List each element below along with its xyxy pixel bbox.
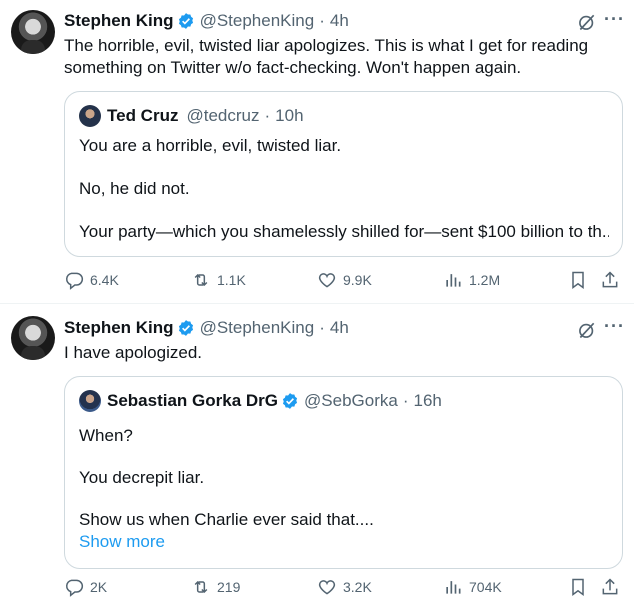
reply-count: 6.4K <box>90 272 119 288</box>
like-button[interactable]: 9.9K <box>317 270 372 290</box>
separator-dot: · <box>319 11 325 30</box>
avatar[interactable] <box>11 316 55 360</box>
tweet-header: Stephen King @StephenKing · 4h <box>64 317 349 339</box>
repost-button[interactable]: 219 <box>191 577 240 597</box>
like-count: 9.9K <box>343 272 372 288</box>
quote-avatar <box>79 105 101 127</box>
quote-timestamp: 16h <box>413 391 442 410</box>
tweet-text: The horrible, evil, twisted liar apologi… <box>64 35 624 79</box>
repost-count: 1.1K <box>217 272 246 288</box>
quote-text-line: When? <box>79 426 133 445</box>
repost-icon <box>194 273 208 287</box>
quote-avatar <box>79 390 101 412</box>
quote-author-name: Sebastian Gorka DrG <box>107 391 279 410</box>
bookmark-button[interactable] <box>568 270 588 295</box>
quoted-tweet[interactable]: Ted Cruz @tedcruz · 10h You are a horrib… <box>64 91 623 257</box>
views-button[interactable]: 704K <box>443 577 502 597</box>
share-icon <box>602 271 618 288</box>
reply-icon <box>66 579 84 597</box>
like-icon <box>318 580 336 595</box>
reply-count: 2K <box>90 579 108 595</box>
show-more-link[interactable]: Show more <box>79 531 609 553</box>
grok-icon[interactable] <box>577 320 597 340</box>
bookmark-icon <box>572 271 584 289</box>
verified-badge-icon <box>178 320 193 336</box>
reply-button[interactable]: 6.4K <box>64 270 119 290</box>
tweet[interactable]: Stephen King @StephenKing · 4h ··· I hav… <box>0 304 634 609</box>
quote-author-handle: @tedcruz <box>186 106 260 125</box>
views-count: 704K <box>469 579 502 595</box>
quote-text-line: You decrepit liar. <box>79 468 205 487</box>
views-count: 1.2M <box>469 272 501 288</box>
avatar[interactable] <box>11 10 55 54</box>
views-icon <box>446 581 461 594</box>
tweet[interactable]: Stephen King @StephenKing · 4h ··· The h… <box>0 0 634 303</box>
timestamp[interactable]: 4h <box>330 11 349 31</box>
more-icon[interactable]: ··· <box>604 317 626 339</box>
bookmark-icon <box>572 578 584 596</box>
quote-text-line: No, he did not. <box>79 179 190 198</box>
views-icon <box>446 274 461 287</box>
timestamp[interactable]: 4h <box>330 318 349 338</box>
quote-text-line: Your party—which you shamelessly shilled… <box>79 222 609 241</box>
separator-dot: · <box>264 106 271 125</box>
quote-author-name: Ted Cruz <box>107 106 179 125</box>
repost-count: 219 <box>217 579 241 595</box>
quote-header: Ted Cruz @tedcruz · 10h <box>79 105 304 127</box>
quoted-tweet[interactable]: Sebastian Gorka DrG @SebGorka · 16h When… <box>64 376 623 569</box>
tweet-text-line: something on Twitter w/o fact-checking. … <box>64 58 522 77</box>
quote-author-handle: @SebGorka <box>304 391 398 410</box>
tweet-actions: 2K 219 3.2K 704K <box>64 577 624 599</box>
like-button[interactable]: 3.2K <box>317 577 372 597</box>
author-handle[interactable]: @StephenKing <box>200 318 315 338</box>
share-button[interactable] <box>600 577 620 602</box>
tweet-header: Stephen King @StephenKing · 4h <box>64 10 349 32</box>
verified-badge-icon <box>178 13 193 29</box>
share-icon <box>602 578 618 595</box>
share-button[interactable] <box>600 270 620 295</box>
reply-button[interactable]: 2K <box>64 577 107 597</box>
quote-text-line: You are a horrible, evil, twisted liar. <box>79 136 342 155</box>
tweet-actions: 6.4K 1.1K 9.9K 1.2M <box>64 270 624 292</box>
repost-icon <box>194 580 208 594</box>
quote-header: Sebastian Gorka DrG @SebGorka · 16h <box>79 390 442 412</box>
like-icon <box>318 273 336 288</box>
bookmark-button[interactable] <box>568 577 588 602</box>
separator-dot: · <box>319 318 325 337</box>
quote-text-line: Show us when Charlie ever said that.... <box>79 510 374 529</box>
like-count: 3.2K <box>343 579 372 595</box>
verified-badge-icon <box>282 393 298 409</box>
repost-button[interactable]: 1.1K <box>191 270 246 290</box>
tweet-text-line: The horrible, evil, twisted liar apologi… <box>64 36 589 55</box>
tweet-text: I have apologized. <box>64 342 624 364</box>
reply-icon <box>66 272 84 290</box>
author-name[interactable]: Stephen King <box>64 11 174 31</box>
author-name[interactable]: Stephen King <box>64 318 174 338</box>
quote-timestamp: 10h <box>275 106 304 125</box>
tweet-text-line: I have apologized. <box>64 343 202 362</box>
grok-icon[interactable] <box>577 12 597 32</box>
more-icon[interactable]: ··· <box>604 10 626 32</box>
views-button[interactable]: 1.2M <box>443 270 500 290</box>
author-handle[interactable]: @StephenKing <box>200 11 315 31</box>
separator-dot: · <box>402 391 409 410</box>
